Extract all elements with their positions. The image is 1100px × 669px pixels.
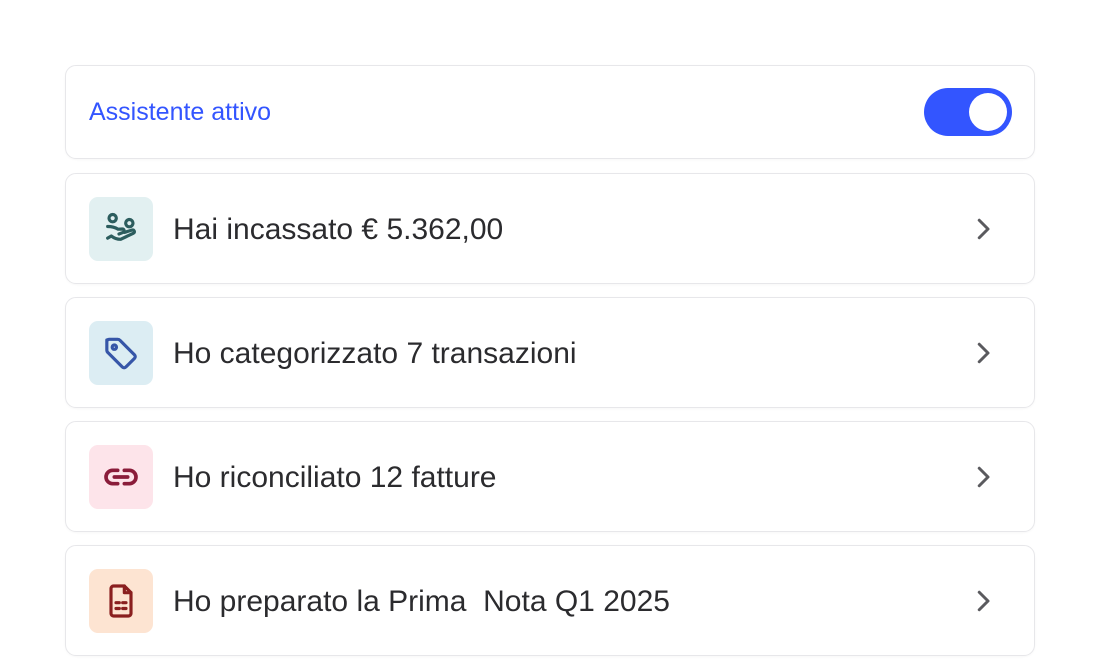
hand-money-icon <box>106 212 136 241</box>
toggle-knob <box>969 93 1007 131</box>
item-label: Hai incassato € 5.362,00 <box>173 213 504 246</box>
item-icon-container <box>89 197 153 261</box>
activity-item-categorized[interactable]: Ho categorizzato 7 transazioni <box>65 297 1035 408</box>
chevron-right-icon <box>977 342 990 364</box>
assistant-status-card: Assistente attivo <box>65 65 1035 159</box>
item-label: Ho preparato la Prima Nota Q1 2025 <box>173 585 670 618</box>
item-icon-container <box>89 445 153 509</box>
activity-item-prima-nota[interactable]: Ho preparato la Prima Nota Q1 2025 <box>65 545 1035 656</box>
tag-icon <box>105 337 137 370</box>
item-icon-container <box>89 569 153 633</box>
chevron-right-icon <box>977 218 990 240</box>
item-label: Ho riconciliato 12 fatture <box>173 461 497 494</box>
document-icon <box>109 584 133 618</box>
chevron-right-icon <box>977 466 990 488</box>
assistant-toggle[interactable] <box>924 88 1012 136</box>
activity-item-payments[interactable]: Hai incassato € 5.362,00 <box>65 173 1035 284</box>
activity-item-reconciled[interactable]: Ho riconciliato 12 fatture <box>65 421 1035 532</box>
item-label: Ho categorizzato 7 transazioni <box>173 337 577 370</box>
link-icon <box>104 468 138 486</box>
assistant-status-label: Assistente attivo <box>89 98 272 126</box>
chevron-right-icon <box>977 590 990 612</box>
assistant-panel: Assistente attivo Hai incassato € 5.362,… <box>65 65 1035 669</box>
item-icon-container <box>89 321 153 385</box>
